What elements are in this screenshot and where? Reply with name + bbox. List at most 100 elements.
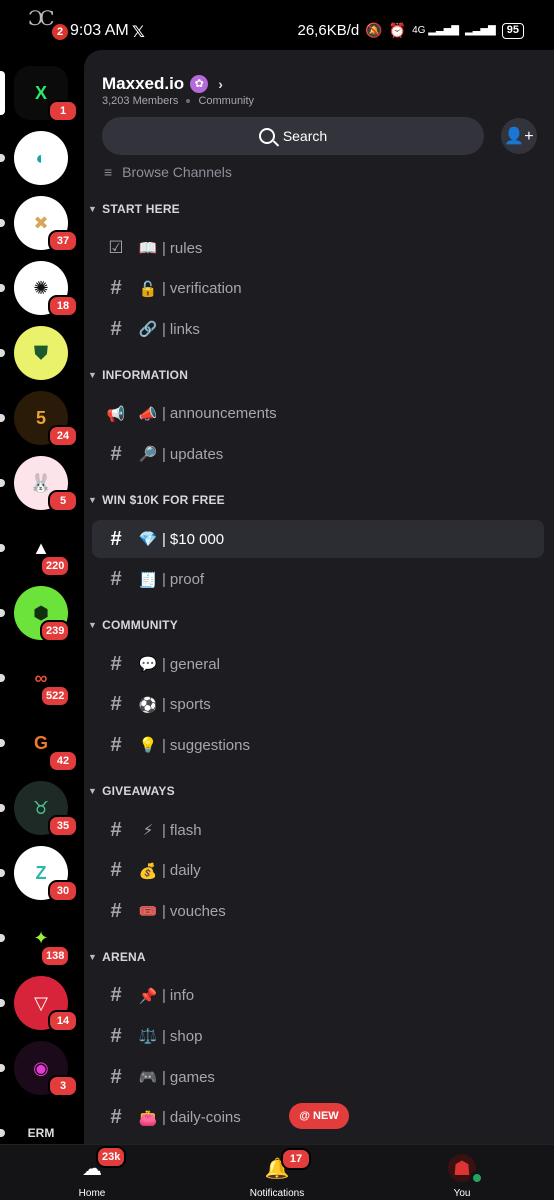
channel-emoji-icon: 📖 [138, 240, 158, 257]
server-name-button[interactable]: Maxxed.io ✿ › [102, 74, 223, 94]
channel-sports[interactable]: # ⚽ | sports [92, 686, 544, 724]
member-count: 3,203 Members [102, 95, 179, 107]
category-label: COMMUNITY [102, 618, 178, 633]
category-label: GIVEAWAYS [102, 784, 175, 798]
category-header[interactable]: ▼ START HERE [88, 202, 180, 216]
server-header: Maxxed.io ✿ › 3,203 Members Community Se… [84, 50, 554, 160]
server-mention-badge: 3 [48, 1075, 78, 1097]
channel-emoji-icon: 💬 [138, 656, 158, 674]
category-header[interactable]: ▼ ARENA [88, 950, 146, 964]
server-glyph: ⛊ [34, 342, 48, 363]
category-label: ARENA [102, 949, 146, 964]
channel-separator: | [162, 1068, 166, 1086]
channel-separator: | [162, 530, 166, 548]
unread-indicator [0, 1064, 5, 1072]
locked-text-channel-icon: # [110, 693, 122, 716]
locked-text-channel-icon: # [110, 1065, 122, 1088]
status-notification-badge: 2 [52, 24, 68, 40]
server-glyph: ◉ [33, 1057, 49, 1078]
server-glyph: ▽ [34, 992, 48, 1013]
invite-members-button[interactable]: 👤+ [501, 118, 537, 154]
channel-separator: | [162, 736, 166, 754]
channel-suggestions[interactable]: # 💡 | suggestions [92, 726, 544, 764]
channel-separator: | [162, 1109, 166, 1127]
channel-separator: | [162, 821, 166, 839]
channel-name: announcements [169, 405, 277, 423]
locked-text-channel-icon: # [110, 818, 122, 841]
locked-text-channel-icon: # [110, 1106, 122, 1129]
unread-indicator [0, 349, 5, 357]
channel-emoji-icon: ⚽ [138, 696, 158, 714]
channel-emoji-icon: 💰 [138, 862, 158, 880]
server-mention-badge: 220 [40, 555, 71, 577]
notifications-badge: 17 [281, 1148, 311, 1170]
channel-flash[interactable]: # ⚡ | flash [92, 811, 544, 849]
channel-separator: | [162, 320, 166, 338]
channel-rules[interactable]: ☑ 📖 | rules [92, 229, 544, 267]
channel-separator: | [162, 405, 166, 423]
server-mention-badge: 1 [48, 100, 78, 122]
unread-indicator [0, 674, 5, 682]
channel-name: rules [169, 239, 203, 257]
locked-text-channel-icon: # [110, 277, 122, 300]
server-icon-5[interactable]: ⛊ [14, 326, 68, 380]
category-header[interactable]: ▼ GIVEAWAYS [88, 784, 175, 798]
browse-channels[interactable]: ≡ Browse Channels [104, 164, 232, 180]
search-label: Search [282, 128, 328, 144]
channel-emoji-icon: 📌 [138, 987, 158, 1005]
server-glyph: X [34, 82, 47, 103]
channel-links[interactable]: # 🔗 | links [92, 310, 544, 348]
server-meta: 3,203 Members Community [102, 95, 254, 107]
channel-updates[interactable]: # 🔎 | updates [92, 435, 544, 473]
unread-indicator [0, 869, 5, 877]
server-glyph: ✺ [33, 277, 49, 298]
signal-4g-icon: 4G ▂▃▅▇ [412, 25, 459, 36]
channel-info[interactable]: # 📌 | info [92, 977, 544, 1015]
server-icon-2[interactable]: ◐ [14, 131, 68, 185]
category-header[interactable]: ▼ COMMUNITY [88, 618, 178, 632]
server-glyph: G [33, 732, 48, 753]
channel-shop[interactable]: # ⚖️ | shop [92, 1017, 544, 1055]
nav-home[interactable]: ☁ Home 23k [62, 1145, 127, 1200]
new-label: NEW [313, 1110, 339, 1122]
unread-indicator [0, 219, 5, 227]
category-header[interactable]: ▼ WIN $10K FOR FREE [88, 493, 225, 507]
channel-name: flash [169, 821, 202, 839]
channel-games[interactable]: # 🎮 | games [92, 1058, 544, 1096]
nav-you[interactable]: ☗ You [440, 1145, 484, 1200]
search-icon [258, 128, 275, 144]
channel-announcements[interactable]: 📢 📣 | announcements [92, 395, 544, 433]
home-badge: 23k [96, 1146, 127, 1168]
unread-indicator [0, 544, 5, 552]
search-button[interactable]: Search [102, 117, 484, 155]
add-user-icon: 👤+ [504, 128, 534, 145]
channel-10-000[interactable]: # 💎 | $10 000 [92, 520, 544, 558]
unread-indicator [0, 414, 5, 422]
channel-proof[interactable]: # 🧾 | proof [92, 561, 544, 599]
server-type: Community [198, 95, 255, 107]
channel-daily[interactable]: # 💰 | daily [92, 852, 544, 890]
channel-general[interactable]: # 💬 | general [92, 645, 544, 683]
new-messages-pill[interactable]: @ NEW [289, 1103, 349, 1129]
channel-separator: | [162, 655, 166, 673]
channel-name: info [169, 987, 195, 1005]
channel-emoji-icon: 🔎 [138, 446, 158, 464]
mute-icon: 🔕 [365, 22, 383, 38]
channel-emoji-icon: 📣 [138, 405, 158, 423]
nav-notifications[interactable]: 🔔 Notifications 17 [237, 1145, 317, 1200]
channel-name: vouches [169, 902, 226, 920]
community-badge-icon: ✿ [190, 75, 209, 93]
category-header[interactable]: ▼ INFORMATION [88, 368, 188, 382]
channel-separator: | [162, 280, 166, 298]
channel-vouches[interactable]: # 🎟️ | vouches [92, 892, 544, 930]
category-label: START HERE [102, 202, 180, 216]
channel-verification[interactable]: # 🔓 | verification [92, 270, 544, 308]
signal-icon: ▂▃▅▇ [464, 25, 496, 36]
network-speed: 26,6KB/d [297, 22, 360, 39]
server-rail[interactable]: X 1 ◐ ✖ 37 ✺ 18 ⛊ 5 24 🐰 5 ▲ 220 ⬢ 239 ∞ 522 G 42 ♉ 35 Z 30 ✦ 138… [0, 58, 82, 1144]
channel-emoji-icon: 🔓 [138, 280, 158, 298]
chevron-down-icon: ▼ [88, 951, 98, 962]
locked-text-channel-icon: # [110, 899, 122, 922]
channel-separator: | [162, 862, 166, 880]
server-icon-17[interactable]: ERM [14, 1106, 68, 1144]
